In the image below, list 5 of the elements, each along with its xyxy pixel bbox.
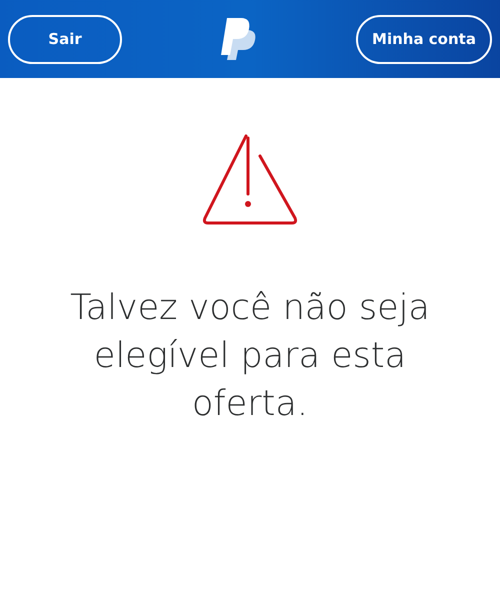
error-message: Talvez você não seja elegível para esta oferta. <box>69 287 431 426</box>
warning-icon <box>202 132 298 226</box>
logout-button[interactable]: Sair <box>8 14 122 64</box>
logo-icon <box>221 18 257 60</box>
account-button[interactable]: Minha conta <box>356 14 492 64</box>
